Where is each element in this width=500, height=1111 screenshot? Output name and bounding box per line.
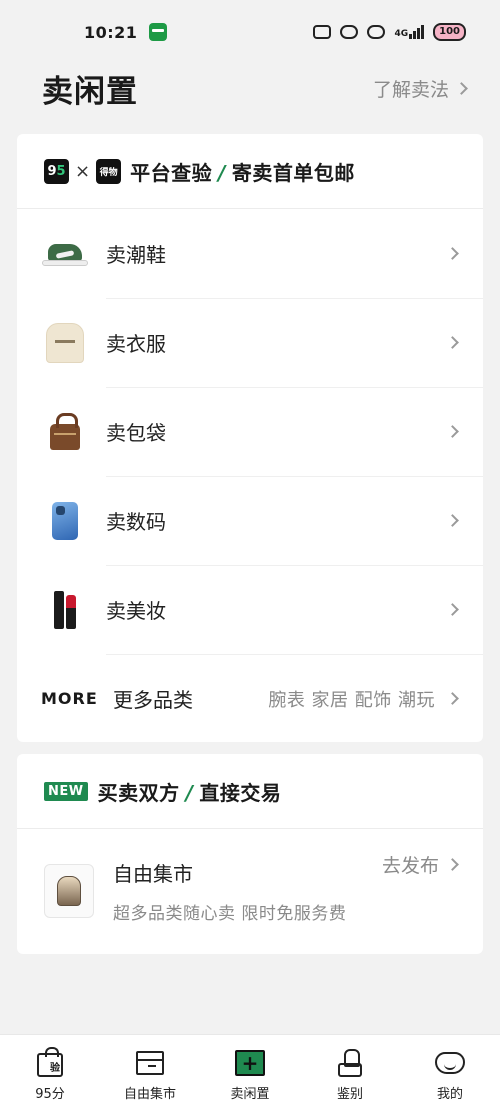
new-badge: NEW [44,781,88,801]
learn-selling-label: 了解卖法 [372,78,449,101]
market-card-headline: 买卖双方 / 直接交易 [98,777,282,806]
category-row-digital[interactable]: 卖数码 [17,476,483,565]
market-title: 自由集市 [113,862,193,886]
phone-thumbnail [41,497,89,545]
category-label: 卖衣服 [106,332,166,356]
publish-button[interactable]: 去发布 [381,851,459,878]
app-notification-icon [149,23,168,41]
publish-label: 去发布 [381,855,439,877]
headline-slash: / [185,780,194,805]
market-subtitle: 超多品类随心卖 限时免服务费 [113,904,347,924]
face-indicator-icon [340,25,359,39]
market-card-header: NEW 买卖双方 / 直接交易 [17,754,483,829]
sell-card-headline: 平台查验 / 寄卖首单包邮 [130,157,355,186]
times-sign: × [75,160,91,182]
tab-sell[interactable]: + 卖闲置 [200,1035,300,1111]
dewu-logo-icon: 得物 [96,158,122,184]
logo-95-left: 9 [47,163,57,179]
page-title: 卖闲置 [42,73,138,110]
logo-95-icon: 95 [44,158,69,184]
verify-glyph: 验 [50,1063,60,1074]
category-label: 卖美妆 [106,599,166,623]
more-categories-label: 更多品类 [113,688,193,712]
tab-label: 卖闲置 [230,1087,270,1102]
category-row-sneakers[interactable]: 卖潮鞋 [17,209,483,298]
plus-glyph: + [235,1050,265,1076]
speaker-thumbnail [44,864,94,918]
tab-me[interactable]: 我的 [400,1035,500,1111]
handbag-thumbnail [41,408,89,456]
tab-label: 自由集市 [123,1087,176,1102]
hotspot-icon [367,25,386,39]
app-indicator-icon [313,25,332,39]
tab-label: 我的 [436,1087,463,1102]
sell-categories-card: 95 × 得物 平台查验 / 寄卖首单包邮 卖潮鞋 卖衣服 卖包袋 卖数码 卖美妆 [17,134,483,742]
chevron-right-icon [446,424,459,438]
sneaker-thumbnail [41,230,89,278]
tab-label: 鉴别 [336,1087,363,1102]
battery-icon: 100 [433,23,466,41]
status-right: 4G 100 [313,23,466,41]
chevron-right-icon [455,81,468,95]
sell-card-header: 95 × 得物 平台查验 / 寄卖首单包邮 [17,134,483,209]
learn-selling-link[interactable]: 了解卖法 [372,75,468,102]
chevron-right-icon [446,246,459,260]
status-left: 10:21 [84,22,168,42]
signal-icon: 4G [394,25,425,39]
chevron-right-icon [446,335,459,349]
hoodie-thumbnail [41,319,89,367]
status-bar: 10:21 4G 100 [0,0,500,64]
headline-buyer-seller: 买卖双方 [97,780,180,805]
page-header: 卖闲置 了解卖法 [42,66,468,110]
free-market-entry[interactable]: 自由集市 超多品类随心卖 限时免服务费 去发布 [17,829,483,953]
bottom-tab-bar: 验 95分 自由集市 + 卖闲置 鉴别 我的 [0,1034,500,1111]
profile-face-icon [435,1049,465,1077]
logo-95-right: 5 [56,163,66,179]
category-label: 卖包袋 [106,421,166,445]
tab-free-market[interactable]: 自由集市 [100,1035,200,1111]
tab-authenticate[interactable]: 鉴别 [300,1035,400,1111]
storefront-icon [135,1049,165,1077]
sell-plus-icon: + [235,1049,265,1077]
tab-95fen[interactable]: 验 95分 [0,1035,100,1111]
headline-slash: / [218,160,226,185]
headline-free-shipping: 寄卖首单包邮 [231,160,355,185]
status-time: 10:21 [84,22,138,42]
tab-label: 95分 [35,1087,65,1102]
category-row-more[interactable]: MORE 更多品类 腕表 家居 配饰 潮玩 [17,654,483,743]
chevron-right-icon [446,691,459,705]
chevron-right-icon [446,602,459,616]
category-label: 卖潮鞋 [106,243,166,267]
free-market-card: NEW 买卖双方 / 直接交易 自由集市 超多品类随心卖 限时免服务费 去发布 [17,754,483,954]
stamp-icon [335,1049,365,1077]
network-type: 4G [394,29,409,39]
category-row-bags[interactable]: 卖包袋 [17,387,483,476]
headline-direct-trade: 直接交易 [199,780,282,805]
lipstick-thumbnail [41,586,89,634]
chevron-right-icon [446,513,459,527]
more-categories-tags: 腕表 家居 配饰 潮玩 [268,689,435,711]
more-wordmark: MORE [41,689,98,708]
shopping-bag-icon: 验 [35,1047,65,1077]
headline-platform-check: 平台查验 [130,160,213,185]
category-row-beauty[interactable]: 卖美妆 [17,565,483,654]
category-row-clothes[interactable]: 卖衣服 [17,298,483,387]
category-label: 卖数码 [106,510,166,534]
chevron-right-icon [446,858,459,871]
market-text: 自由集市 超多品类随心卖 限时免服务费 [113,858,346,924]
